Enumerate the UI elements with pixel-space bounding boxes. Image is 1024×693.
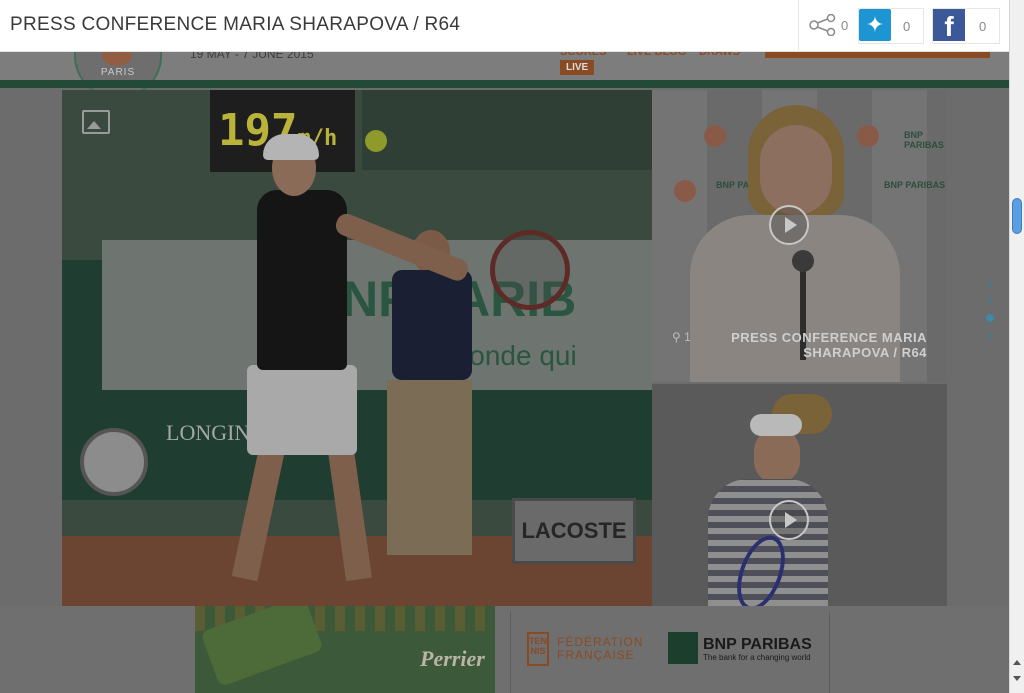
share-count: 0: [841, 18, 849, 33]
twitter-share-button[interactable]: ✦ 0: [858, 8, 924, 44]
play-icon[interactable]: [769, 205, 809, 245]
player-cap: [263, 134, 319, 160]
page-background: PARIS 19 MAY - 7 JUNE 2015 SCORES LIVE L…: [0, 0, 1009, 693]
scrollbar-thumb[interactable]: [1012, 198, 1022, 234]
nav-live-badge[interactable]: LIVE: [560, 60, 595, 75]
scroll-down-arrow-icon[interactable]: [1013, 676, 1021, 681]
play-icon[interactable]: [769, 500, 809, 540]
pagination-dot[interactable]: [988, 334, 992, 338]
face: [754, 428, 800, 484]
facebook-count: 0: [979, 19, 987, 34]
overlay-title: PRESS CONFERENCE MARIA SHARAPOVA / R64: [10, 14, 461, 35]
tennis-racket: [490, 230, 570, 310]
video-card-press-conference[interactable]: BNP PARIBAS BNP PARIBAS BNP PARIBAS ⚲ 1 …: [652, 90, 947, 382]
partners-strip: [0, 606, 1009, 693]
player-leg: [328, 448, 372, 582]
bnp-backdrop-label: BNP PARIBAS: [904, 130, 944, 150]
image-icon[interactable]: [82, 110, 110, 134]
facebook-share-button[interactable]: f 0: [932, 8, 1000, 44]
pagination-dot-active[interactable]: [986, 314, 994, 322]
lacoste-sign: LACOSTE: [512, 498, 636, 564]
pagination-dot[interactable]: [988, 282, 992, 286]
fft-line-2: FRANÇAISE: [557, 648, 635, 662]
twitter-count: 0: [903, 19, 911, 34]
perrier-logo: Perrier: [420, 646, 485, 671]
bnp-tagline: The bank for a changing world: [703, 653, 811, 662]
player-shirt: [257, 190, 347, 370]
court-clock: [80, 428, 148, 496]
share-icon: [809, 14, 836, 36]
fft-name[interactable]: FÉDÉRATION FRANÇAISE: [557, 636, 643, 662]
tennis-player: [227, 134, 471, 582]
facebook-icon: f: [933, 9, 965, 42]
partner-divider: [829, 612, 830, 693]
header-divider: [0, 80, 1009, 88]
player-shorts: [247, 365, 357, 455]
carousel-pagination: [986, 282, 994, 350]
visor: [750, 414, 802, 436]
twitter-icon: ✦: [859, 9, 891, 41]
main-photo[interactable]: NP PARIB un monde qui 197m/h LONGIN LACO…: [62, 90, 652, 606]
face: [760, 125, 832, 215]
partner-divider: [510, 612, 511, 693]
perrier-ad[interactable]: Perrier: [195, 606, 495, 693]
overlay-header: PRESS CONFERENCE MARIA SHARAPOVA / R64 0…: [0, 0, 1009, 52]
share-icon: ⚲: [672, 330, 681, 344]
share-button[interactable]: 0: [798, 0, 857, 50]
video-share-count[interactable]: ⚲ 1: [672, 330, 691, 344]
bnp-logo-icon[interactable]: [668, 632, 698, 664]
video-title[interactable]: PRESS CONFERENCE MARIA SHARAPOVA / R64: [707, 330, 927, 360]
vertical-scrollbar[interactable]: [1009, 0, 1024, 693]
share-count: 1: [684, 330, 691, 344]
player-leg: [231, 448, 285, 582]
scroll-up-arrow-icon[interactable]: [1013, 660, 1021, 665]
video-card-match[interactable]: [652, 384, 947, 606]
fft-logo-icon[interactable]: TEN NIS: [527, 632, 549, 666]
logo-text: PARIS: [100, 67, 136, 78]
pagination-dot[interactable]: [988, 298, 992, 302]
bnp-name[interactable]: BNP PARIBAS: [703, 636, 812, 654]
